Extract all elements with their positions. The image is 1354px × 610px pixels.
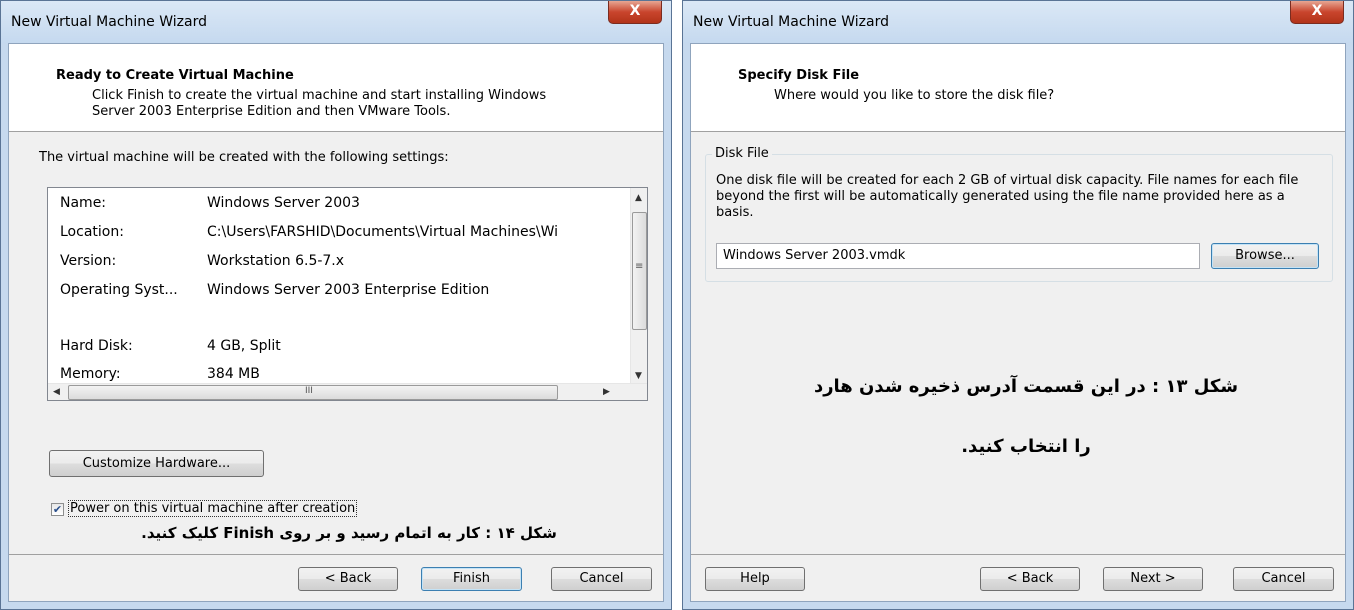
- customize-hardware-button[interactable]: Customize Hardware...: [49, 450, 264, 477]
- finish-button[interactable]: Finish: [421, 567, 522, 591]
- cancel-button[interactable]: Cancel: [1233, 567, 1334, 591]
- back-button[interactable]: < Back: [298, 567, 398, 591]
- right-caption-line2: را انتخاب کنید.: [961, 436, 1091, 457]
- settings-intro: The virtual machine will be created with…: [39, 150, 449, 165]
- horizontal-scroll-thumb[interactable]: III: [68, 385, 558, 400]
- settings-value: Windows Server 2003: [207, 195, 360, 211]
- grip-icon: ≡: [635, 261, 644, 272]
- disk-file-group: Disk File One disk file will be created …: [705, 146, 1333, 282]
- settings-key: Version:: [60, 253, 117, 269]
- disk-file-group-title: Disk File: [712, 146, 772, 161]
- left-caption: شکل ۱۴ : کار به اتمام رسید و بر روی Fini…: [141, 524, 557, 542]
- settings-key: Memory:: [60, 366, 121, 382]
- horizontal-scrollbar[interactable]: ◀ III ▶: [48, 383, 647, 400]
- cancel-button[interactable]: Cancel: [551, 567, 652, 591]
- footer-divider: [691, 554, 1345, 555]
- right-header-title: Specify Disk File: [738, 68, 860, 83]
- left-header-subtitle: Click Finish to create the virtual machi…: [92, 88, 632, 120]
- right-header: Specify Disk File Where would you like t…: [691, 44, 1345, 132]
- right-caption-line1: شکل ۱۳ : در این قسمت آدرس ذخیره شدن هارد: [813, 376, 1239, 397]
- disk-file-input[interactable]: Windows Server 2003.vmdk: [716, 243, 1200, 269]
- right-header-subtitle: Where would you like to store the disk f…: [774, 88, 1055, 103]
- left-header: Ready to Create Virtual Machine Click Fi…: [9, 44, 663, 132]
- left-header-title: Ready to Create Virtual Machine: [56, 68, 294, 83]
- left-titlebar: New Virtual Machine Wizard X: [1, 1, 671, 43]
- left-header-line2: Server 2003 Enterprise Edition and then …: [92, 104, 451, 119]
- disk-file-description: One disk file will be created for each 2…: [716, 173, 1299, 220]
- next-button[interactable]: Next >: [1103, 567, 1203, 591]
- settings-key: Name:: [60, 195, 107, 211]
- right-titlebar: New Virtual Machine Wizard X: [683, 1, 1353, 43]
- settings-value: C:\Users\FARSHID\Documents\Virtual Machi…: [207, 224, 559, 240]
- right-window-title: New Virtual Machine Wizard: [693, 14, 889, 30]
- settings-key: Operating Syst...: [60, 282, 178, 298]
- left-client-area: Ready to Create Virtual Machine Click Fi…: [8, 43, 664, 602]
- vertical-scroll-thumb[interactable]: ≡: [632, 212, 647, 330]
- left-window-title: New Virtual Machine Wizard: [11, 14, 207, 30]
- left-wizard-window: New Virtual Machine Wizard X Ready to Cr…: [0, 0, 672, 610]
- settings-value: Windows Server 2003 Enterprise Edition: [207, 282, 490, 298]
- scroll-down-icon[interactable]: ▼: [635, 371, 642, 381]
- right-client-area: Specify Disk File Where would you like t…: [690, 43, 1346, 602]
- right-close-button[interactable]: X: [1290, 1, 1344, 24]
- grip-icon: III: [305, 386, 313, 396]
- settings-value: Workstation 6.5-7.x: [207, 253, 345, 269]
- settings-key: Hard Disk:: [60, 338, 133, 354]
- scroll-up-icon[interactable]: ▲: [635, 193, 642, 203]
- right-wizard-window: New Virtual Machine Wizard X Specify Dis…: [682, 0, 1354, 610]
- left-close-button[interactable]: X: [608, 1, 662, 24]
- left-header-line1: Click Finish to create the virtual machi…: [92, 88, 547, 103]
- browse-button[interactable]: Browse...: [1211, 243, 1319, 269]
- settings-value: 384 MB: [207, 366, 260, 382]
- back-button[interactable]: < Back: [980, 567, 1080, 591]
- power-on-label[interactable]: Power on this virtual machine after crea…: [68, 500, 358, 517]
- scroll-left-icon[interactable]: ◀: [53, 387, 60, 397]
- settings-value: 4 GB, Split: [207, 338, 281, 354]
- vertical-scrollbar[interactable]: ▲ ≡ ▼: [630, 188, 647, 385]
- settings-key: Location:: [60, 224, 124, 240]
- power-on-checkbox[interactable]: ✔: [51, 503, 64, 516]
- help-button[interactable]: Help: [705, 567, 805, 591]
- scroll-right-icon[interactable]: ▶: [603, 387, 610, 397]
- footer-divider: [9, 554, 663, 555]
- settings-list[interactable]: Name: Windows Server 2003 Location: C:\U…: [47, 187, 648, 401]
